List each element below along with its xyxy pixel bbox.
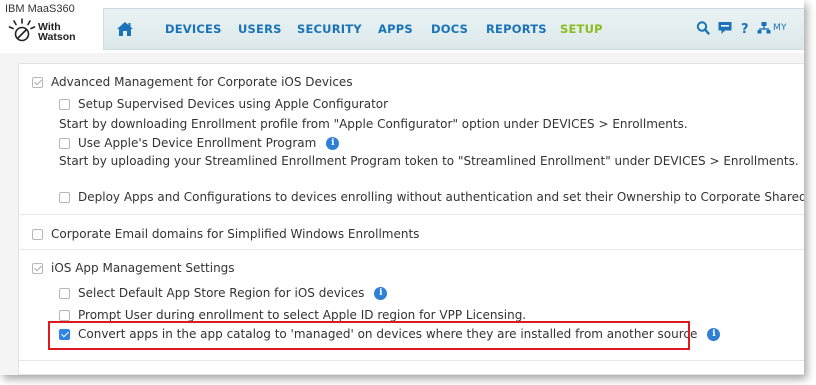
store-region-checkbox[interactable] bbox=[59, 287, 70, 299]
corporate-email-checkbox[interactable] bbox=[32, 228, 43, 240]
corporate-email-label: Corporate Email domains for Simplified W… bbox=[51, 227, 420, 241]
svg-text:?: ? bbox=[741, 22, 749, 36]
watson-logo-icon bbox=[8, 18, 36, 42]
nav-security[interactable]: SECURITY bbox=[297, 22, 362, 36]
supervised-devices-checkbox[interactable] bbox=[59, 98, 70, 110]
info-icon[interactable]: i bbox=[326, 136, 340, 150]
store-region-row: Select Default App Store Region for iOS … bbox=[59, 286, 388, 300]
chat-icon[interactable] bbox=[717, 20, 733, 36]
ios-app-mgmt-checkbox[interactable] bbox=[32, 262, 43, 274]
section-divider bbox=[19, 214, 804, 215]
advanced-management-row: Advanced Management for Corporate iOS De… bbox=[32, 75, 353, 89]
dep-label: Use Apple's Device Enrollment Program bbox=[78, 136, 317, 150]
info-icon[interactable]: i bbox=[374, 286, 388, 300]
search-icon[interactable] bbox=[696, 20, 710, 36]
logo-text: With Watson bbox=[38, 22, 76, 43]
supervised-help-text: Start by downloading Enrollment profile … bbox=[59, 117, 688, 131]
nav-users[interactable]: USERS bbox=[238, 22, 282, 36]
ios-app-mgmt-row: iOS App Management Settings bbox=[32, 261, 235, 275]
section-divider bbox=[19, 249, 804, 250]
logo-line-2: Watson bbox=[38, 31, 76, 43]
deploy-row: Deploy Apps and Configurations to device… bbox=[59, 190, 804, 204]
highlight-annotation bbox=[48, 321, 690, 350]
nav-docs[interactable]: DOCS bbox=[431, 22, 468, 36]
store-region-label: Select Default App Store Region for iOS … bbox=[78, 286, 365, 300]
corporate-email-row: Corporate Email domains for Simplified W… bbox=[32, 227, 419, 241]
advanced-management-checkbox[interactable] bbox=[32, 76, 43, 88]
network-icon[interactable] bbox=[757, 20, 771, 36]
supervised-devices-label: Setup Supervised Devices using Apple Con… bbox=[78, 97, 389, 111]
app-window: IBM MaaS360 With Watson DEVICES USERS SE… bbox=[0, 0, 804, 375]
supervised-help: Start by downloading Enrollment profile … bbox=[59, 117, 688, 131]
dep-row: Use Apple's Device Enrollment Program i bbox=[59, 136, 340, 150]
nav-reports[interactable]: REPORTS bbox=[486, 22, 547, 36]
prompt-user-label: Prompt User during enrollment to select … bbox=[78, 308, 527, 322]
product-name: IBM MaaS360 bbox=[5, 3, 75, 15]
ios-app-mgmt-label: iOS App Management Settings bbox=[51, 261, 235, 275]
nav-setup[interactable]: SETUP bbox=[560, 22, 603, 36]
prompt-user-checkbox[interactable] bbox=[59, 309, 70, 321]
prompt-row: Prompt User during enrollment to select … bbox=[59, 308, 526, 322]
home-icon[interactable] bbox=[116, 21, 134, 37]
main-nav: DEVICES USERS SECURITY APPS DOCS REPORTS… bbox=[103, 8, 804, 50]
supervised-row: Setup Supervised Devices using Apple Con… bbox=[59, 97, 388, 111]
advanced-management-label: Advanced Management for Corporate iOS De… bbox=[51, 75, 353, 89]
my-account-label[interactable]: MY bbox=[773, 23, 787, 33]
nav-apps[interactable]: APPS bbox=[378, 22, 413, 36]
dep-help-text: Start by uploading your Streamlined Enro… bbox=[59, 154, 799, 168]
help-icon[interactable]: ? bbox=[740, 20, 750, 36]
info-icon[interactable]: i bbox=[707, 327, 721, 341]
header: IBM MaaS360 With Watson DEVICES USERS SE… bbox=[0, 0, 804, 53]
deploy-apps-checkbox[interactable] bbox=[59, 191, 70, 203]
dep-checkbox[interactable] bbox=[59, 137, 70, 149]
deploy-apps-label: Deploy Apps and Configurations to device… bbox=[78, 190, 804, 204]
nav-devices[interactable]: DEVICES bbox=[165, 22, 222, 36]
section-divider bbox=[19, 360, 804, 361]
dep-help: Start by uploading your Streamlined Enro… bbox=[59, 154, 799, 168]
